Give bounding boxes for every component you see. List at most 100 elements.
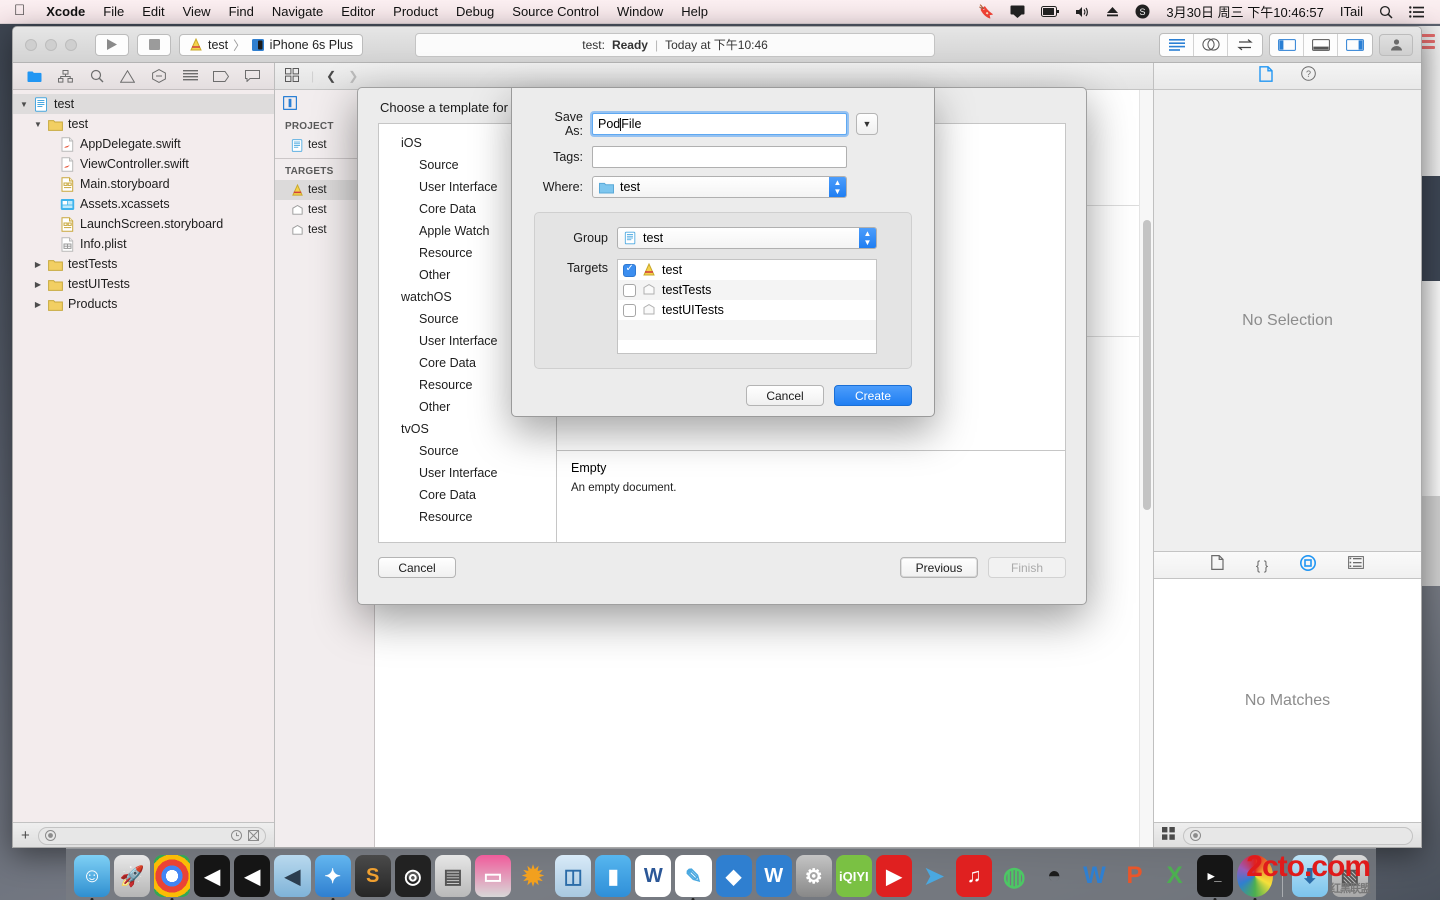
code-snippet-library-icon[interactable]: { } (1256, 558, 1268, 573)
menu-item-file[interactable]: File (94, 4, 133, 19)
file-template-library-icon[interactable] (1211, 555, 1224, 575)
search-icon[interactable] (1371, 5, 1401, 19)
dock-item-qq[interactable]: ◓ (1036, 855, 1072, 897)
menu-item-window[interactable]: Window (608, 4, 672, 19)
menu-bar-user[interactable]: ITail (1332, 4, 1371, 19)
dock-item-microsoft-word[interactable]: W (635, 855, 672, 897)
panel-toggle-segment[interactable] (1269, 32, 1373, 57)
tree-row-project[interactable]: ▼ test (13, 94, 274, 114)
dock-item-google-chrome[interactable] (154, 855, 191, 900)
scheme-selector[interactable]: test 〉 iPhone 6s Plus (179, 33, 364, 56)
menu-item-product[interactable]: Product (384, 4, 447, 19)
menu-item-debug[interactable]: Debug (447, 4, 503, 19)
where-popup[interactable]: test ▲ ▼ (592, 176, 847, 198)
volume-icon[interactable] (1067, 6, 1098, 18)
tags-input[interactable] (592, 146, 847, 168)
forward-chevron-icon[interactable]: ❯ (348, 69, 358, 83)
dock-item-butterfly[interactable]: ✹ (515, 855, 551, 897)
save-as-input[interactable]: Pod File (592, 113, 847, 135)
editor-jump-bar[interactable]: | ❮ ❯ (275, 63, 1153, 90)
disclosure-triangle-icon[interactable]: ▶ (33, 300, 43, 309)
dock-item-display[interactable]: ▭ (474, 855, 512, 897)
menu-item-help[interactable]: Help (672, 4, 717, 19)
tree-row-infoplist[interactable]: Info.plist (13, 234, 274, 254)
apple-logo-icon[interactable]:  (8, 2, 37, 21)
run-button[interactable] (95, 33, 129, 56)
library-tab-bar[interactable]: { } (1154, 552, 1421, 579)
menu-item-find[interactable]: Find (220, 4, 263, 19)
toggle-utilities-icon[interactable] (1338, 34, 1372, 56)
window-traffic-lights[interactable] (21, 38, 87, 51)
grid-layout-icon[interactable] (1162, 826, 1175, 845)
template-category-item[interactable]: Source (379, 440, 556, 462)
editor-mode-segment[interactable] (1159, 32, 1263, 57)
minimize-button[interactable] (45, 38, 57, 51)
tree-row-products[interactable]: ▶ Products (13, 294, 274, 314)
target-checkbox[interactable] (623, 263, 636, 277)
tree-row-main-storyboard[interactable]: Main.storyboard (13, 174, 274, 194)
notification-center-icon[interactable] (1401, 5, 1432, 18)
dock-item-finder[interactable]: ☺ (74, 855, 111, 900)
target-checkbox-row[interactable]: testTests (618, 280, 876, 300)
target-checkbox[interactable] (623, 303, 636, 317)
close-button[interactable] (25, 38, 37, 51)
target-checkbox-row[interactable]: test (618, 260, 876, 280)
target-checkbox-row[interactable]: testUITests (618, 300, 876, 320)
dock-item-youku[interactable]: ▶ (875, 855, 912, 897)
dock-item-bookmarks[interactable]: ▮ (595, 855, 632, 897)
version-editor-icon[interactable] (1228, 34, 1262, 56)
toggle-navigator-icon[interactable] (1270, 33, 1304, 56)
cancel-button[interactable]: Cancel (746, 385, 824, 406)
symbol-navigator-icon[interactable] (55, 67, 77, 85)
template-category-item[interactable]: Core Data (379, 484, 556, 506)
report-navigator-icon[interactable] (241, 67, 263, 85)
media-library-icon[interactable] (1348, 556, 1365, 574)
dock-item-launchpad[interactable]: 🚀 (114, 855, 151, 897)
disclosure-triangle-icon[interactable]: ▼ (19, 100, 29, 109)
dock-item-unity[interactable]: ◀ (194, 855, 231, 897)
library-filter-field[interactable] (1183, 826, 1413, 845)
issue-navigator-icon[interactable] (117, 67, 139, 85)
breakpoint-navigator-icon[interactable] (210, 67, 232, 85)
menu-item-view[interactable]: View (174, 4, 220, 19)
airplay-icon[interactable] (1002, 5, 1033, 18)
dock-item-notes[interactable]: ✎ (675, 855, 712, 900)
stepper-icon[interactable]: ▲▼ (829, 177, 846, 197)
editor-scrollbar-track[interactable] (1139, 90, 1153, 847)
debug-navigator-icon[interactable] (179, 67, 201, 85)
menu-item-edit[interactable]: Edit (133, 4, 173, 19)
inspector-tab-bar[interactable]: ? (1154, 63, 1421, 90)
dock-item-wps-spreadsheets[interactable]: X (1157, 855, 1193, 897)
tree-row-assets[interactable]: Assets.xcassets (13, 194, 274, 214)
target-checkbox[interactable] (623, 283, 636, 297)
cancel-button[interactable]: Cancel (378, 557, 456, 578)
disclosure-triangle-icon[interactable]: ▼ (33, 120, 43, 129)
expand-browser-button[interactable]: ▼ (856, 113, 878, 135)
editor-scrollbar-thumb[interactable] (1143, 220, 1151, 510)
targets-checklist[interactable]: test testTests testUITests (617, 259, 877, 354)
zoom-button[interactable] (65, 38, 77, 51)
dock-item-iqiyi[interactable]: iQIYI (835, 855, 872, 897)
tree-row-testtests[interactable]: ▶ testTests (13, 254, 274, 274)
menu-bar-clock[interactable]: 3月30日 周三 下午10:46:57 (1158, 2, 1332, 21)
dock-item-system-preferences[interactable]: ⚙ (795, 855, 832, 897)
menu-item-source-control[interactable]: Source Control (503, 4, 608, 19)
navigator-filter-field[interactable] (37, 826, 266, 845)
file-inspector-icon[interactable] (1259, 65, 1273, 87)
find-navigator-icon[interactable] (86, 67, 108, 85)
template-category-item[interactable]: User Interface (379, 462, 556, 484)
tree-row-viewcontroller[interactable]: ViewController.swift (13, 154, 274, 174)
editor-grid-icon[interactable] (285, 67, 300, 85)
template-category-item[interactable]: Resource (379, 506, 556, 528)
battery-icon[interactable] (1033, 6, 1067, 17)
tree-row-launchscreen[interactable]: LaunchScreen.storyboard (13, 214, 274, 234)
standard-editor-icon[interactable] (1160, 33, 1194, 56)
previous-button[interactable]: Previous (900, 557, 978, 578)
dock-item-monodevelop[interactable]: ◀ (274, 855, 311, 897)
add-plus-icon[interactable]: + (21, 827, 30, 844)
tree-row-group-test[interactable]: ▼ test (13, 114, 274, 134)
dock-item-xcode[interactable]: ✦ (314, 855, 351, 900)
dock-item-terminal[interactable]: ▸_ (1196, 855, 1233, 900)
dock-item-wps-writer-2[interactable]: W (1076, 855, 1112, 897)
tree-row-appdelegate[interactable]: AppDelegate.swift (13, 134, 274, 154)
